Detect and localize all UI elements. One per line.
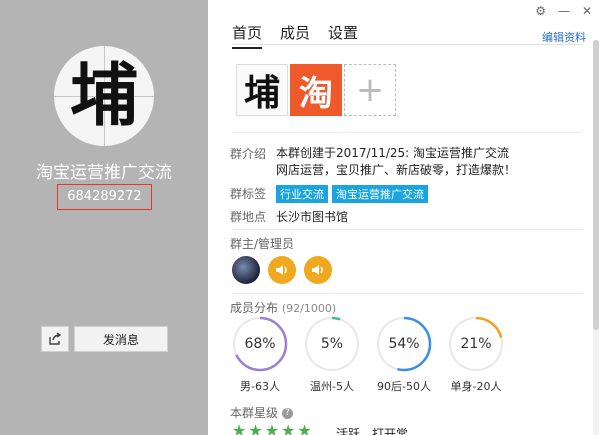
- owner-avatar[interactable]: [232, 256, 260, 284]
- add-photo-button[interactable]: +: [344, 64, 396, 116]
- admins-title: 群主/管理员: [230, 237, 295, 251]
- tab-divider: [232, 44, 582, 45]
- tag[interactable]: 淘宝运营推广交流: [332, 185, 428, 203]
- tag-list: 行业交流 淘宝运营推广交流: [276, 185, 432, 203]
- divider: [232, 229, 582, 230]
- group-name: 淘宝运营推广交流: [36, 163, 172, 183]
- send-message-button[interactable]: 发消息: [74, 326, 168, 352]
- rating-text: 活跃，打开常: [336, 427, 409, 435]
- ring-label: 温州-5人: [310, 380, 354, 393]
- tags-label: 群标签: [230, 187, 267, 201]
- settings-icon[interactable]: ⚙: [535, 4, 546, 18]
- speaker-icon: [312, 265, 323, 275]
- divider: [232, 132, 582, 133]
- intro-line: 网店运营，宝贝推广、新店破零，打造爆款！: [276, 163, 517, 177]
- intro-row: 群介绍 本群创建于2017/11/25: 淘宝运营推广交流 网店运营，宝贝推广、…: [230, 145, 516, 179]
- rating-title: 本群星级 ?: [230, 404, 293, 421]
- close-icon[interactable]: ✕: [582, 4, 592, 18]
- progress-ring: 54%: [376, 316, 432, 372]
- divider: [232, 293, 582, 294]
- distribution-item[interactable]: 68% 男-63人: [232, 316, 288, 394]
- distribution-charts: 68% 男-63人 5% 温州-5人 54% 90后-50人 21% 单身-20…: [232, 316, 504, 394]
- speaker-icon: [276, 265, 287, 275]
- distribution-label: 成员分布: [230, 301, 279, 315]
- admin-avatar[interactable]: [304, 256, 332, 284]
- scrollbar-thumb[interactable]: [593, 40, 599, 330]
- distribution-title: 成员分布 (92/1000): [230, 299, 336, 316]
- progress-ring: 21%: [448, 316, 504, 372]
- distribution-item[interactable]: 54% 90后-50人: [376, 316, 432, 394]
- star-rating: ★ ★ ★ ★ ★: [232, 421, 312, 435]
- ring-percent: 5%: [320, 336, 344, 352]
- group-detail-panel: ⚙ — ✕ 首页 成员 设置 编辑资料 埔 淘 + 群介绍 本群创建于2017/…: [208, 0, 600, 435]
- progress-ring: 68%: [232, 316, 288, 372]
- progress-ring: 5%: [304, 316, 360, 372]
- edit-profile-link[interactable]: 编辑资料: [542, 29, 586, 45]
- ring-percent: 68%: [244, 336, 276, 352]
- profile-panel: 埔 淘宝运营推广交流 684289272 发消息: [0, 0, 208, 435]
- ring-label: 男-63人: [240, 380, 280, 393]
- distribution-item[interactable]: 21% 单身-20人: [448, 316, 504, 394]
- ring-label: 单身-20人: [450, 380, 502, 393]
- star-icon: ★: [232, 421, 247, 435]
- group-photos: 埔 淘 +: [236, 64, 396, 116]
- distribution-item[interactable]: 5% 温州-5人: [304, 316, 360, 394]
- help-icon[interactable]: ?: [281, 408, 293, 419]
- intro-text: 本群创建于2017/11/25: 淘宝运营推广交流 网店运营，宝贝推广、新店破零…: [276, 145, 516, 179]
- star-icon: ★: [297, 421, 312, 435]
- star-icon: ★: [264, 421, 280, 435]
- intro-label: 群介绍: [230, 147, 267, 161]
- ring-label: 90后-50人: [377, 380, 431, 393]
- member-count: (92/1000): [281, 302, 337, 315]
- admin-list: [232, 256, 332, 284]
- star-icon: ★: [248, 421, 263, 435]
- intro-line: 本群创建于2017/11/25: 淘宝运营推广交流: [276, 146, 510, 160]
- group-photo[interactable]: 埔: [236, 64, 288, 116]
- tags-row: 群标签 行业交流 淘宝运营推广交流: [230, 185, 432, 203]
- admin-avatar[interactable]: [268, 256, 296, 284]
- group-id: 684289272: [57, 184, 152, 210]
- location-label: 群地点: [230, 210, 267, 224]
- group-photo[interactable]: 淘: [290, 64, 342, 116]
- share-button[interactable]: [41, 326, 69, 352]
- rating-label: 本群星级: [230, 406, 279, 420]
- ring-percent: 21%: [460, 336, 492, 352]
- group-avatar[interactable]: 埔: [54, 46, 154, 146]
- star-icon: ★: [281, 421, 296, 435]
- location-row: 群地点 长沙市图书馆: [230, 208, 348, 225]
- ring-percent: 54%: [388, 336, 420, 352]
- share-icon: [49, 332, 62, 345]
- location-text: 长沙市图书馆: [276, 210, 349, 224]
- minimize-icon[interactable]: —: [558, 4, 570, 18]
- tag[interactable]: 行业交流: [276, 185, 328, 203]
- avatar-char: 埔: [69, 56, 138, 136]
